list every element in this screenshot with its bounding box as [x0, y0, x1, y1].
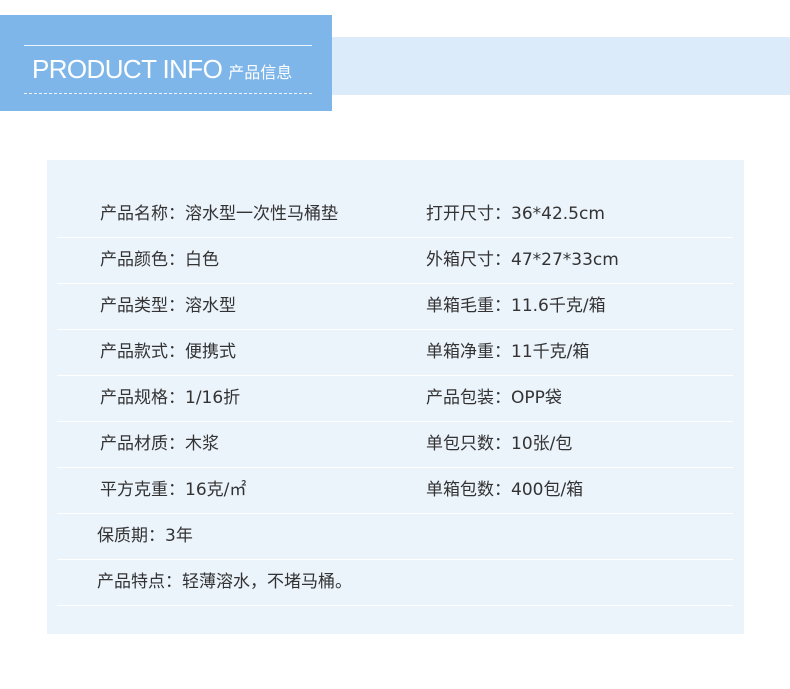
table-row: 产品规格：1/16折 产品包装：OPP袋 — [57, 376, 733, 422]
spec-open-size: 打开尺寸：36*42.5cm — [426, 204, 605, 224]
spec-color: 产品颜色：白色 — [100, 250, 219, 270]
table-row: 产品类型：溶水型 单箱毛重：11.6千克/箱 — [57, 284, 733, 330]
header-bottom-rule — [24, 93, 312, 94]
spec-shelf-life: 保质期：3年 — [97, 526, 193, 546]
spec-carton-size: 外箱尺寸：47*27*33cm — [426, 250, 619, 270]
table-row: 平方克重：16克/㎡ 单箱包数：400包/箱 — [57, 468, 733, 514]
spec-packaging: 产品包装：OPP袋 — [426, 388, 562, 408]
spec-product-name: 产品名称：溶水型一次性马桶垫 — [100, 204, 338, 224]
section-title-cn: 产品信息 — [228, 62, 293, 82]
spec-gsm: 平方克重：16克/㎡ — [100, 480, 247, 500]
spec-packs-per-carton: 单箱包数：400包/箱 — [426, 480, 584, 500]
spec-gross-weight: 单箱毛重：11.6千克/箱 — [426, 296, 606, 316]
table-row: 产品材质：木浆 单包只数：10张/包 — [57, 422, 733, 468]
spec-style: 产品款式：便携式 — [100, 342, 236, 362]
spec-net-weight: 单箱净重：11千克/箱 — [426, 342, 590, 362]
spec-type: 产品类型：溶水型 — [100, 296, 236, 316]
section-title-en: PRODUCT INFO — [32, 53, 223, 84]
spec-fold: 产品规格：1/16折 — [100, 388, 241, 408]
spec-sheets-per-pack: 单包只数：10张/包 — [426, 434, 573, 454]
table-row: 保质期：3年 — [57, 514, 733, 560]
spec-features: 产品特点：轻薄溶水，不堵马桶。 — [97, 572, 352, 592]
table-row: 产品款式：便携式 单箱净重：11千克/箱 — [57, 330, 733, 376]
table-row: 产品特点：轻薄溶水，不堵马桶。 — [57, 560, 733, 606]
table-row: 产品颜色：白色 外箱尺寸：47*27*33cm — [57, 238, 733, 284]
table-row: 产品名称：溶水型一次性马桶垫 打开尺寸：36*42.5cm — [57, 192, 733, 238]
header-top-rule — [24, 45, 312, 46]
spec-material: 产品材质：木浆 — [100, 434, 219, 454]
header-banner: PRODUCT INFO 产品信息 — [0, 15, 332, 111]
product-info-table: 产品名称：溶水型一次性马桶垫 打开尺寸：36*42.5cm 产品颜色：白色 外箱… — [47, 160, 744, 634]
section-title: PRODUCT INFO 产品信息 — [32, 49, 292, 89]
